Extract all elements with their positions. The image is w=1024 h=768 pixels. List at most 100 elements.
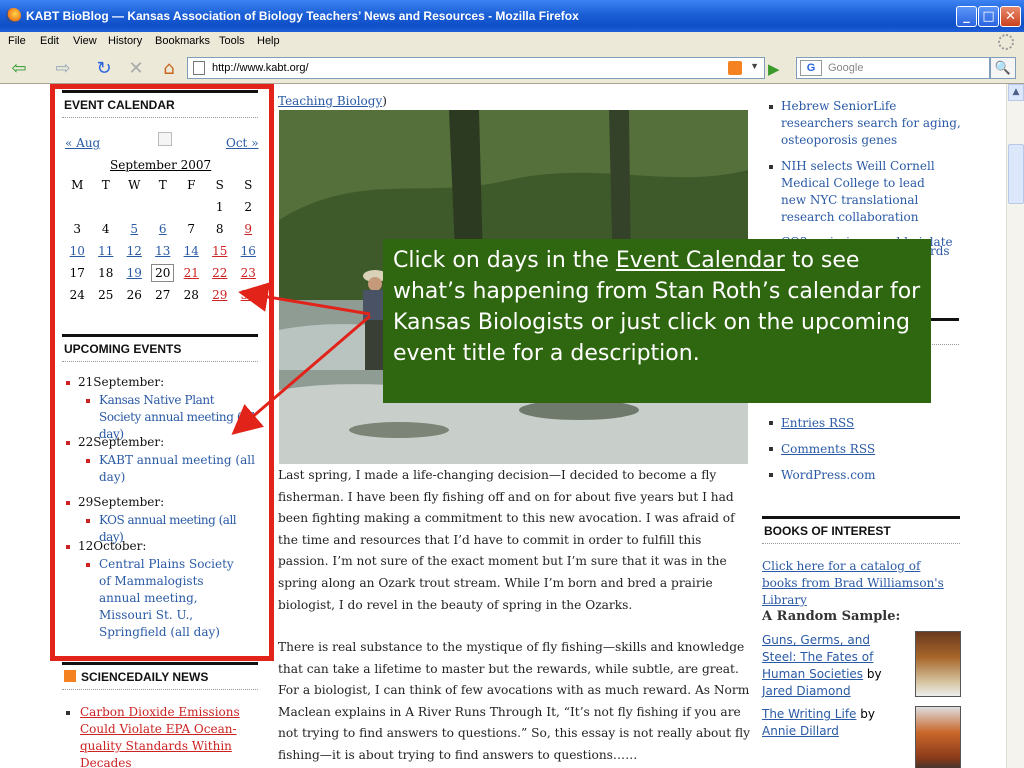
calendar-day-empty [149,196,178,218]
menu-file[interactable]: File [8,35,26,47]
calendar-day: 1 [215,200,224,214]
news-overflow-text: rds [930,244,950,258]
calendar-day: 17 [69,266,85,280]
news-list: Hebrew SeniorLife researchers search for… [767,98,967,249]
menu-bar: File Edit View History Bookmarks Tools H… [0,32,1024,52]
close-button[interactable]: ✕ [1000,6,1021,27]
reload-button[interactable]: ↻ [92,57,116,79]
forward-button[interactable]: ⇨ [50,57,76,79]
comments-rss-link[interactable]: Comments RSS [781,442,875,456]
news-link[interactable]: NIH selects Weill Cornell Medical Colleg… [781,158,953,226]
search-button[interactable]: 🔍 [990,57,1016,79]
calendar-day: 18 [98,266,114,280]
book-title-link[interactable]: The Writing Life [762,707,856,721]
throbber-icon [998,34,1014,50]
firefox-icon [6,8,21,23]
menu-edit[interactable]: Edit [40,35,59,47]
chevron-down-icon[interactable]: ▼ [750,61,759,71]
event-date: 22September: [78,435,165,449]
calendar-day-link[interactable]: 29 [206,284,235,306]
calendar-day-link[interactable]: 6 [149,218,178,240]
search-placeholder: Google [828,62,864,74]
menu-tools[interactable]: Tools [219,35,245,47]
sciencedaily-heading: SCIENCEDAILY NEWS [62,662,258,690]
page-viewport: EVENT CALENDAR « Aug Oct » September 200… [0,84,1024,768]
weekday-header: T [158,178,167,192]
menu-help[interactable]: Help [257,35,280,47]
entries-rss-link[interactable]: Entries RSS [781,416,854,430]
calendar-day-link[interactable]: 10 [63,240,92,262]
calendar-day: 25 [98,288,114,302]
article-paragraph-2: There is real substance to the mystique … [278,640,751,762]
calendar-today-label: 20 [151,264,175,282]
sciencedaily-link[interactable]: Carbon Dioxide Emissions Could Violate E… [80,704,246,768]
callout-link-text: Event Calendar [615,248,785,273]
annotation-callout: Click on days in the Event Calendar to s… [383,239,931,403]
book-cover-image[interactable] [915,631,961,697]
home-button[interactable]: ⌂ [157,57,181,79]
calendar-day-link[interactable]: 19 [120,262,149,284]
back-button[interactable]: ⇦ [6,57,32,79]
vertical-scrollbar[interactable]: ▲ [1006,84,1024,768]
catalog-link[interactable]: Click here for a catalog of books from B… [762,558,958,609]
event-date: 12October: [78,539,147,553]
callout-text-before: Click on days in the [393,248,616,273]
teaching-biology-label: Teaching Biology [278,94,383,108]
meta-links: Entries RSS Comments RSS WordPress.com [767,410,876,488]
weekday-header: S [244,178,253,192]
scroll-up-icon[interactable]: ▲ [1008,84,1024,101]
address-bar[interactable]: http://www.kabt.org/ ▼ [187,57,765,79]
event-link[interactable]: Central Plains Society of Mammalogists a… [99,556,246,641]
calendar-day-link[interactable]: 15 [206,240,235,262]
event-link[interactable]: KABT annual meeting (all day) [99,452,256,486]
event-date: 21September: [78,375,165,389]
menu-view[interactable]: View [73,35,97,47]
event-date-item: 12October: [66,538,146,555]
book-author-link[interactable]: Annie Dillard [762,724,839,738]
scroll-thumb[interactable] [1008,144,1024,204]
event-date-item: 22September: [66,434,164,451]
search-input[interactable]: G Google [796,57,990,79]
news-link[interactable]: Hebrew SeniorLife researchers search for… [781,98,967,149]
wordpress-link[interactable]: WordPress.com [781,468,876,482]
event-title-item: Central Plains Society of Mammalogists a… [86,556,246,641]
menu-bookmarks[interactable]: Bookmarks [155,35,210,47]
menu-history[interactable]: History [108,35,142,47]
rss-feed-icon[interactable] [728,61,742,75]
minimize-button[interactable]: _ [956,6,977,27]
book-title-link[interactable]: Guns, Germs, and Steel: The Fates of Hum… [762,633,873,681]
book-author-link[interactable]: Jared Diamond [762,684,851,698]
event-date: 29September: [78,495,165,509]
calendar-day-link[interactable]: 21 [177,262,206,284]
calendar-day: 2 [244,200,253,214]
calendar-next-month[interactable]: Oct » [226,136,259,150]
calendar-day-link[interactable]: 30 [234,284,263,306]
calendar-day: 27 [155,288,171,302]
event-date-item: 29September: [66,494,164,511]
calendar-day-link[interactable]: 22 [206,262,235,284]
upcoming-events-heading: UPCOMING EVENTS [62,334,258,362]
calendar-day-link[interactable]: 13 [149,240,178,262]
calendar-day-link[interactable]: 14 [177,240,206,262]
maximize-button[interactable]: □ [978,6,999,27]
calendar-prev-month[interactable]: « Aug [65,136,100,150]
window-titlebar[interactable]: KABT BioBlog — Kansas Association of Bio… [0,0,1024,32]
go-button[interactable]: ▶ [768,60,786,78]
event-calendar-heading: EVENT CALENDAR [62,90,258,118]
event-calendar: M T W T F S S 1 2 3 4 5 6 7 8 9 10 11 12… [63,174,263,306]
book-cover-image[interactable] [915,706,961,768]
calendar-day-link[interactable]: 16 [234,240,263,262]
teaching-biology-link[interactable]: Teaching Biology) [278,94,387,108]
calendar-day-link[interactable]: 12 [120,240,149,262]
book-entry-1: Guns, Germs, and Steel: The Fates of Hum… [762,632,902,700]
calendar-day-empty [120,196,149,218]
calendar-day-link[interactable]: 5 [120,218,149,240]
calendar-day-link[interactable]: 11 [92,240,121,262]
calendar-day-link[interactable]: 23 [234,262,263,284]
calendar-day-link[interactable]: 9 [234,218,263,240]
book-by: by [866,667,882,681]
search-engine-icon[interactable]: G [800,60,822,76]
weekday-header: T [101,178,110,192]
event-title-item: KABT annual meeting (all day) [86,452,256,486]
stop-button[interactable]: ✕ [124,57,148,79]
